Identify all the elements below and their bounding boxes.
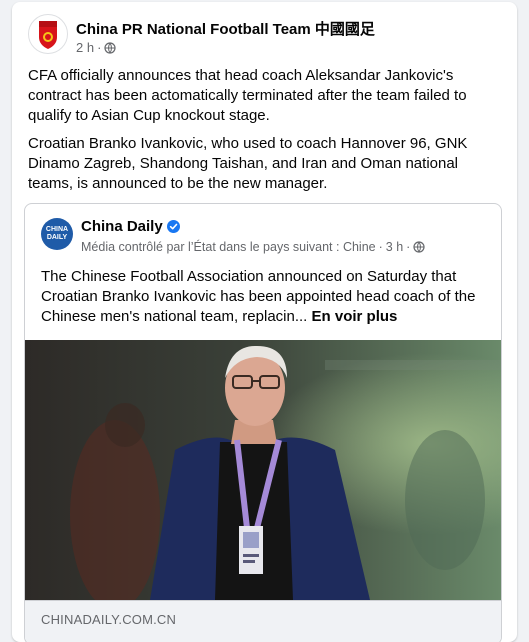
coach-photo-image [25, 340, 501, 600]
logo-line: CHINA [45, 226, 69, 233]
link-preview-bar[interactable]: CHINADAILY.COM.CN [25, 600, 501, 642]
post-body: CFA officially announces that head coach… [28, 66, 506, 202]
article-photo[interactable] [25, 340, 501, 600]
post-time[interactable]: 2 h [76, 40, 94, 55]
meta-separator: · [378, 240, 383, 254]
see-more-link[interactable]: En voir plus [312, 308, 398, 325]
shared-post[interactable]: CHINA DAILY China Daily Média contrôlé p… [24, 203, 502, 642]
cfa-avatar[interactable] [28, 14, 68, 54]
post-paragraph: CFA officially announces that head coach… [28, 67, 467, 124]
china-daily-logo[interactable]: CHINA DAILY [41, 218, 73, 250]
verified-badge-icon [166, 220, 180, 233]
meta-separator: · [97, 40, 102, 55]
shared-post-header: CHINA DAILY China Daily Média contrôlé p… [41, 218, 485, 258]
link-domain: CHINADAILY.COM.CN [41, 612, 177, 627]
post-meta: 2 h · [76, 40, 117, 55]
post-paragraph: Croatian Branko Ivankovic, who used to c… [28, 135, 468, 192]
shared-post-meta: Média contrôlé par l’État dans le pays s… [81, 240, 425, 254]
logo-line: DAILY [46, 234, 68, 241]
page-name[interactable]: China PR National Football Team 中國國足 [76, 18, 375, 39]
globe-icon[interactable] [104, 41, 117, 54]
post-card: China PR National Football Team 中國國足 2 h… [12, 2, 517, 642]
shared-page-name-row: China Daily [81, 218, 180, 235]
post-header: China PR National Football Team 中國國足 2 h… [28, 14, 498, 58]
shared-post-snippet: The Chinese Football Association announc… [41, 268, 476, 325]
cfa-crest-icon [39, 21, 57, 49]
state-media-label[interactable]: Média contrôlé par l’État dans le pays s… [81, 240, 376, 254]
shared-post-time[interactable]: 3 h [386, 240, 403, 254]
shared-post-text: The Chinese Football Association announc… [41, 267, 489, 327]
globe-icon[interactable] [413, 241, 425, 253]
meta-separator: · [406, 240, 411, 254]
shared-page-name[interactable]: China Daily [81, 218, 163, 235]
